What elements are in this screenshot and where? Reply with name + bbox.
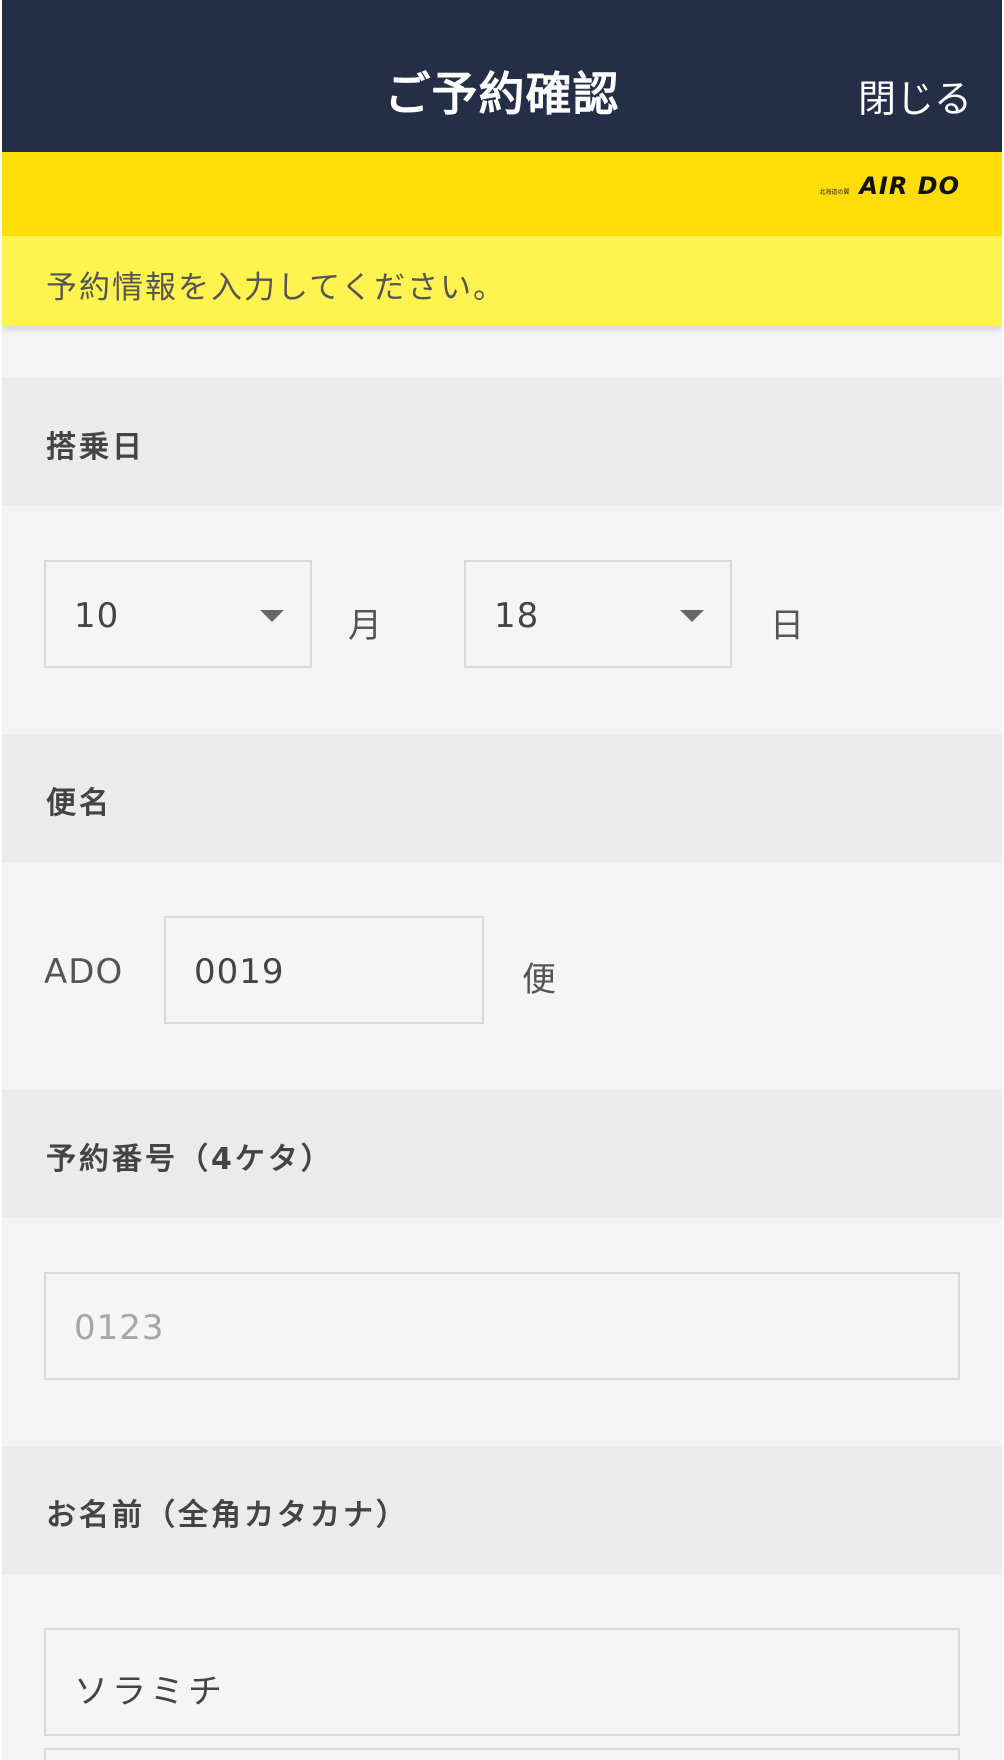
flight-prefix: ADO xyxy=(44,952,124,992)
notice-banner: 予約情報を入力してください。 xyxy=(2,236,1002,326)
flight-number-value: 0019 xyxy=(194,952,285,992)
reservation-number-input[interactable]: 0123 xyxy=(44,1272,960,1380)
chevron-down-icon xyxy=(680,610,704,622)
month-unit: 月 xyxy=(348,606,382,646)
section-reservation-number: 予約番号（4ケタ） xyxy=(2,1090,1002,1218)
month-select[interactable]: 10 xyxy=(44,560,312,668)
brand-subtitle: 北海道の翼 xyxy=(819,189,850,196)
flight-label: 便名 xyxy=(46,786,112,821)
month-value: 10 xyxy=(74,596,120,636)
brand-bar: 北海道の翼 AIR DO xyxy=(2,152,1002,236)
reservation-number-label: 予約番号（4ケタ） xyxy=(46,1142,334,1177)
top-bar: ご予約確認 閉じる xyxy=(2,0,1002,152)
flight-unit: 便 xyxy=(522,960,556,1000)
chevron-down-icon xyxy=(260,610,284,622)
second-name-input[interactable] xyxy=(44,1748,960,1760)
day-value: 18 xyxy=(494,596,540,636)
notice-text: 予約情報を入力してください。 xyxy=(46,270,507,306)
name-value: ソラミチ xyxy=(74,1672,226,1712)
boarding-date-label: 搭乗日 xyxy=(46,430,145,465)
day-unit: 日 xyxy=(770,606,804,646)
name-input[interactable]: ソラミチ xyxy=(44,1628,960,1736)
section-boarding-date: 搭乗日 xyxy=(2,378,1002,506)
section-flight: 便名 xyxy=(2,734,1002,862)
day-select[interactable]: 18 xyxy=(464,560,732,668)
section-name: お名前（全角カタカナ） xyxy=(2,1446,1002,1574)
brand-logo: 北海道の翼 AIR DO xyxy=(819,172,960,200)
brand-name: AIR DO xyxy=(859,172,960,200)
flight-number-input[interactable]: 0019 xyxy=(164,916,484,1024)
name-label: お名前（全角カタカナ） xyxy=(46,1498,409,1533)
reservation-number-placeholder: 0123 xyxy=(74,1308,165,1348)
close-button[interactable]: 閉じる xyxy=(858,68,972,123)
reservation-screen: ご予約確認 閉じる 北海道の翼 AIR DO 予約情報を入力してください。 搭乗… xyxy=(2,0,1002,1760)
page-title: ご予約確認 xyxy=(384,67,620,121)
